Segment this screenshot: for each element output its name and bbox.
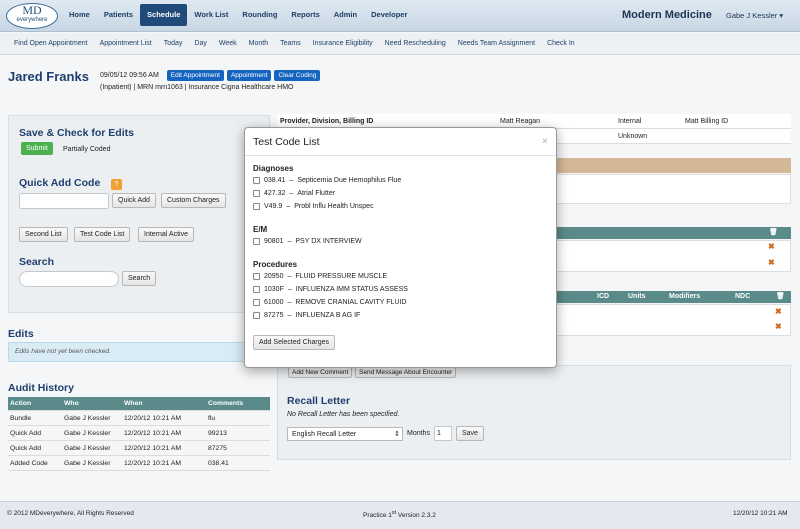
second-list-button[interactable]: Second List [19, 227, 68, 242]
subnav-find-open-appointment[interactable]: Find Open Appointment [8, 33, 94, 54]
send-message-button[interactable]: Send Message About Encounter [355, 367, 457, 378]
remove-diagnosis-icon[interactable]: ✖ [768, 242, 775, 251]
nav-rounding[interactable]: Rounding [235, 4, 284, 26]
chevron-down-icon: ⇕ [394, 431, 400, 438]
list-item[interactable]: 038.41– Septicemia Due Hemophilus Flue [253, 177, 401, 184]
months-label: Months [407, 430, 430, 437]
checkbox[interactable] [253, 299, 260, 306]
add-new-comment-button[interactable]: Add New Comment [288, 367, 353, 378]
footer-datetime: 12/20/12 10:21 AM [733, 510, 788, 517]
help-icon[interactable]: ? [111, 179, 122, 190]
custom-charges-button[interactable]: Custom Charges [161, 193, 226, 208]
quick-add-input[interactable] [19, 193, 109, 209]
recall-save-button[interactable]: Save [456, 426, 484, 441]
test-code-list-modal: Test Code List × Diagnoses 038.41– Septic… [244, 127, 557, 368]
table-row: Quick Add Gabe J Kessler 12/20/12 10:21 … [8, 426, 270, 441]
subnav-week[interactable]: Week [213, 33, 243, 54]
main-nav: Home Patients Schedule Work List Roundin… [62, 4, 414, 26]
list-item[interactable]: 90801– PSY DX INTERVIEW [253, 238, 362, 245]
checkbox[interactable] [253, 273, 260, 280]
nav-patients[interactable]: Patients [97, 4, 140, 26]
remove-charge-icon[interactable]: ✖ [775, 322, 782, 331]
table-row: Bundle Gabe J Kessler 12/20/12 10:21 AM … [8, 411, 270, 426]
list-item[interactable]: 61000– REMOVE CRANIAL CAVITY FLUID [253, 299, 407, 306]
close-icon[interactable]: × [542, 136, 548, 147]
subnav-day[interactable]: Day [188, 33, 212, 54]
search-title: Search [19, 256, 55, 268]
edits-title: Edits [8, 328, 34, 340]
subnav-teams[interactable]: Teams [274, 33, 307, 54]
months-input[interactable]: 1 [434, 426, 452, 441]
mdeverywhere-logo[interactable]: MD everywhere [6, 3, 58, 29]
appointment-button[interactable]: Appointment [226, 70, 272, 81]
encounter-timestamp: 09/05/12 09:56 AM [100, 72, 159, 79]
subnav-need-rescheduling[interactable]: Need Rescheduling [379, 33, 452, 54]
audit-history-title: Audit History [8, 382, 74, 394]
modal-title: Test Code List [253, 136, 320, 148]
edits-message: Edits have not yet been checked. [8, 342, 270, 362]
quick-add-button[interactable]: Quick Add [112, 193, 156, 208]
schedule-subnav: Find Open Appointment Appointment List T… [0, 33, 800, 55]
checkbox[interactable] [253, 312, 260, 319]
nav-reports[interactable]: Reports [284, 4, 326, 26]
encounter-info: 09/05/12 09:56 AM Edit Appointment Appoi… [100, 70, 321, 81]
subnav-check-in[interactable]: Check In [541, 33, 581, 54]
chevron-down-icon: ▾ [779, 11, 784, 20]
nav-developer[interactable]: Developer [364, 4, 414, 26]
em-heading: E/M [253, 225, 268, 234]
checkbox[interactable] [253, 286, 260, 293]
search-button[interactable]: Search [122, 271, 157, 286]
subnav-month[interactable]: Month [243, 33, 274, 54]
recall-letter-select[interactable]: English Recall Letter ⇕ [287, 427, 403, 441]
recall-letter-title: Recall Letter [287, 395, 351, 407]
table-row: Quick Add Gabe J Kessler 12/20/12 10:21 … [8, 441, 270, 456]
list-item[interactable]: 20950– FLUID PRESSURE MUSCLE [253, 273, 387, 280]
nav-home[interactable]: Home [62, 4, 97, 26]
submit-button[interactable]: Submit [21, 142, 53, 155]
trash-icon[interactable]: 🗑 [776, 291, 785, 303]
add-selected-charges-button[interactable]: Add Selected Charges [253, 335, 336, 350]
subnav-insurance-eligibility[interactable]: Insurance Eligibility [307, 33, 379, 54]
nav-work-list[interactable]: Work List [187, 4, 235, 26]
list-item[interactable]: 1030F – INFLUENZA IMM STATUS ASSESS [253, 286, 408, 293]
practice-name: Modern Medicine [622, 9, 712, 21]
save-check-title: Save & Check for Edits [19, 127, 134, 139]
subnav-today[interactable]: Today [158, 33, 189, 54]
copyright: © 2012 MDeverywhere, All Rights Reserved [7, 510, 134, 517]
nav-admin[interactable]: Admin [327, 4, 364, 26]
internal-active-button[interactable]: Internal Active [138, 227, 194, 242]
version: Practice 1st Version 2.3.2 [363, 510, 436, 520]
checkbox[interactable] [253, 177, 260, 184]
audit-header-row: Action Who When Comments [8, 397, 270, 411]
checkbox[interactable] [253, 203, 260, 210]
table-row: Added Code Gabe J Kessler 12/20/12 10:21… [8, 456, 270, 471]
remove-charge-icon[interactable]: ✖ [775, 307, 782, 316]
checkbox[interactable] [253, 190, 260, 197]
clear-coding-button[interactable]: Clear Coding [274, 70, 321, 81]
patient-details: (Inpatient) | MRN mrn1063 | Insurance Ci… [100, 84, 294, 91]
nav-schedule[interactable]: Schedule [140, 4, 188, 26]
audit-history-table: Action Who When Comments Bundle Gabe J K… [8, 397, 270, 471]
trash-icon[interactable]: 🗑 [769, 227, 778, 239]
list-item[interactable]: 427.32– Atrial Flutter [253, 190, 335, 197]
edit-appointment-button[interactable]: Edit Appointment [166, 70, 224, 81]
quick-add-title: Quick Add Code [19, 177, 101, 189]
test-code-list-button[interactable]: Test Code List [74, 227, 131, 242]
recall-status: No Recall Letter has been specified. [287, 411, 400, 418]
checkbox[interactable] [253, 238, 260, 245]
subnav-needs-team-assignment[interactable]: Needs Team Assignment [452, 33, 541, 54]
procedures-heading: Procedures [253, 260, 298, 269]
patient-name: Jared Franks [8, 69, 89, 84]
subnav-appointment-list[interactable]: Appointment List [94, 33, 158, 54]
list-item[interactable]: V49.9– Probl Influ Health Unspec [253, 203, 374, 210]
remove-diagnosis-icon[interactable]: ✖ [768, 258, 775, 267]
coding-status: Partially Coded [63, 146, 111, 153]
user-menu[interactable]: Gabe J Kessler ▾ [726, 11, 783, 20]
top-navigation-bar: MD everywhere Home Patients Schedule Wor… [0, 0, 800, 32]
search-input[interactable] [19, 271, 119, 287]
diagnoses-heading: Diagnoses [253, 164, 294, 173]
footer: © 2012 MDeverywhere, All Rights Reserved… [0, 501, 800, 529]
list-item[interactable]: 87275– INFLUENZA B AG IF [253, 312, 360, 319]
modal-divider [245, 155, 556, 156]
